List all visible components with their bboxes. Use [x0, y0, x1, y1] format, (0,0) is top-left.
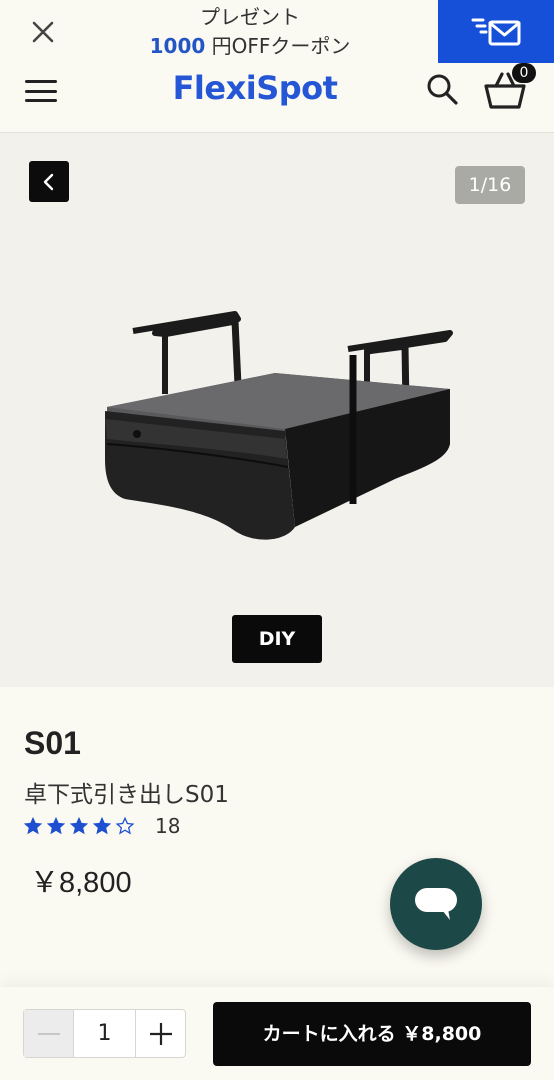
image-counter: 1/16 — [455, 166, 525, 204]
product-info: S01 卓下式引き出しS01 18 ￥8,800 — [0, 687, 554, 987]
search-icon — [427, 74, 458, 105]
product-image — [105, 311, 453, 540]
product-model: S01 — [24, 725, 81, 761]
menu-icon-bar — [25, 80, 57, 83]
decrease-quantity-button[interactable] — [24, 1010, 74, 1057]
newsletter-button[interactable] — [438, 0, 554, 63]
mail-icon — [471, 18, 521, 45]
menu-icon-bar — [25, 89, 57, 93]
product-name: 卓下式引き出しS01 — [24, 782, 229, 808]
close-promo-button[interactable] — [22, 12, 64, 52]
menu-icon-bar — [25, 99, 57, 102]
promo-line2-rest: 円OFFクーポン — [205, 34, 351, 58]
site-header: FlexiSpot 0 — [0, 63, 554, 133]
star-filled-icon — [92, 816, 112, 835]
diy-badge: DIY — [232, 615, 322, 663]
star-empty-icon — [115, 816, 135, 835]
product-gallery[interactable]: 1/16 DIY — [0, 134, 554, 687]
menu-button[interactable] — [24, 77, 58, 105]
promo-line1: プレゼント — [200, 5, 300, 29]
minus-icon — [37, 1032, 60, 1035]
review-count[interactable]: 18 — [155, 814, 180, 838]
purchase-bar: 1 カートに入れる ￥8,800 — [0, 987, 554, 1080]
chevron-left-icon — [43, 173, 54, 190]
promo-banner: プレゼント 1000 円OFFクーポン — [0, 0, 554, 63]
search-button[interactable] — [424, 71, 460, 107]
quantity-stepper: 1 — [23, 1009, 186, 1058]
site-logo[interactable]: FlexiSpot — [170, 69, 340, 107]
previous-image-button[interactable] — [29, 161, 69, 202]
increase-quantity-button[interactable] — [135, 1010, 185, 1057]
chat-bubble-icon — [415, 888, 457, 920]
star-filled-icon — [23, 816, 43, 835]
product-price: ￥8,800 — [30, 867, 132, 899]
product-rating[interactable]: 18 — [22, 814, 180, 838]
star-filled-icon — [46, 816, 66, 835]
star-filled-icon — [69, 816, 89, 835]
promo-text[interactable]: プレゼント 1000 円OFFクーポン — [100, 3, 400, 61]
quantity-input[interactable]: 1 — [74, 1010, 135, 1057]
close-icon — [32, 21, 54, 43]
promo-line2: 1000 円OFFクーポン — [100, 32, 400, 61]
plus-icon — [149, 1022, 172, 1045]
promo-amount: 1000 — [149, 34, 206, 58]
cart-count-badge: 0 — [512, 63, 536, 83]
chat-button[interactable] — [390, 858, 482, 950]
add-to-cart-button[interactable]: カートに入れる ￥8,800 — [213, 1002, 531, 1066]
